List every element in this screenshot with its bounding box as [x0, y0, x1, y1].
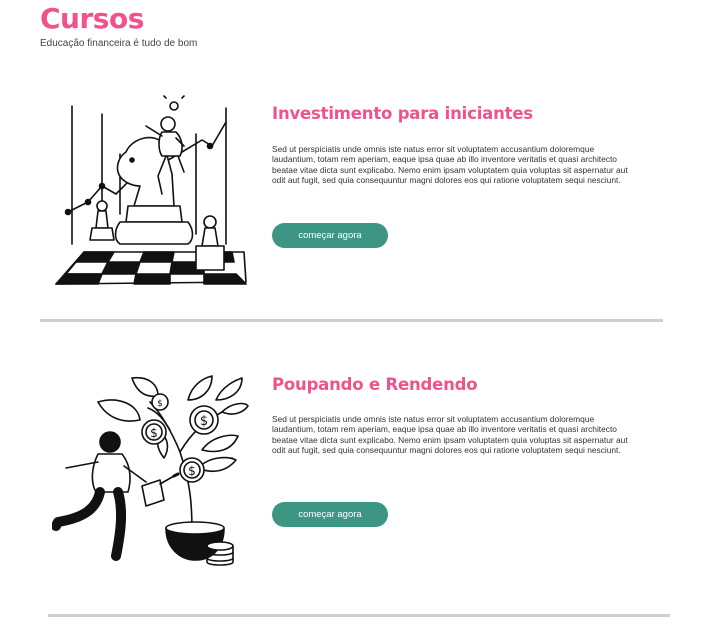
start-course-button[interactable]: começar agora: [272, 502, 388, 527]
chess-investment-illustration: [55, 95, 247, 285]
section-divider: [40, 319, 663, 322]
page-header: Cursos Educação financeira é tudo de bom: [40, 2, 197, 49]
page-title: Cursos: [40, 2, 144, 35]
svg-text:$: $: [157, 399, 163, 409]
course-description: Sed ut perspiciatis unde omnis iste natu…: [272, 144, 628, 185]
section-divider: [48, 614, 670, 617]
money-tree-illustration: $ $ $ $: [52, 375, 249, 566]
course-description: Sed ut perspiciatis unde omnis iste natu…: [272, 414, 628, 455]
svg-text:$: $: [200, 414, 208, 429]
start-course-button[interactable]: começar agora: [272, 223, 388, 248]
course-title: Investimento para iniciantes: [272, 104, 533, 123]
svg-text:$: $: [188, 464, 196, 478]
svg-text:$: $: [150, 426, 158, 440]
page-subtitle: Educação financeira é tudo de bom: [40, 38, 198, 49]
course-title: Poupando e Rendendo: [272, 375, 478, 394]
